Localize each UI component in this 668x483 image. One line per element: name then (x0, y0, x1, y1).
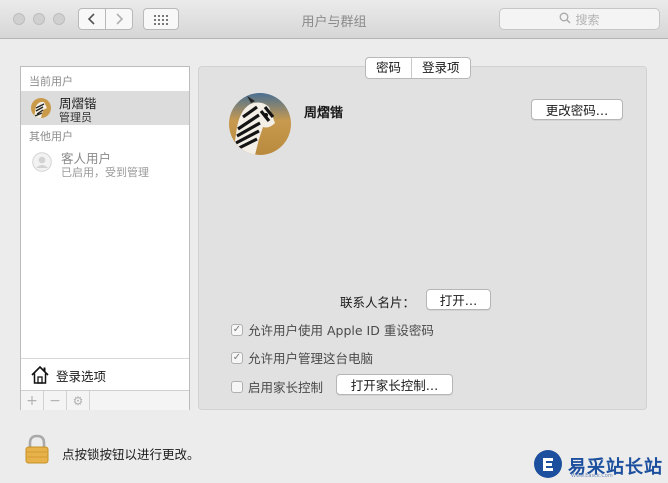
user-row-guest[interactable]: 客人用户 已启用，受到管理 (21, 146, 189, 180)
current-users-label: 当前用户 (29, 75, 73, 88)
guest-user-status: 已启用，受到管理 (61, 166, 149, 179)
lock-icon[interactable] (24, 434, 50, 468)
large-zebra-avatar[interactable] (229, 93, 291, 159)
sidebar-toolbar: + − ⚙ (21, 390, 189, 410)
allow-admin-row[interactable]: ✓ 允许用户管理这台电脑 (231, 348, 373, 367)
remove-user-button[interactable]: − (44, 391, 67, 410)
other-users-label: 其他用户 (29, 130, 73, 143)
search-field[interactable]: 搜索 (499, 8, 660, 30)
tab-bar: 密码 登录项 (365, 57, 471, 79)
current-user-role: 管理员 (59, 111, 92, 124)
user-row-current[interactable]: 周熠锴 管理员 (21, 91, 189, 125)
change-password-button[interactable]: 更改密码… (531, 99, 623, 120)
tab-login-items[interactable]: 登录项 (411, 58, 470, 78)
login-options-label: 登录选项 (56, 368, 107, 384)
open-parental-controls-button[interactable]: 打开家长控制… (336, 374, 453, 395)
contact-card-label: 联系人名片： (340, 295, 416, 310)
search-placeholder: 搜索 (575, 12, 600, 27)
gear-icon[interactable]: ⚙ (67, 391, 90, 410)
zebra-avatar-icon (31, 98, 51, 122)
house-icon (30, 365, 50, 385)
watermark-subtext: Www.Easck.Com (571, 473, 613, 479)
checkbox-apple-id-reset[interactable]: ✓ (231, 323, 243, 336)
allow-admin-label: 允许用户管理这台电脑 (248, 351, 374, 366)
tab-password[interactable]: 密码 (366, 58, 411, 78)
users-sidebar: 当前用户 周熠锴 管理员 其他用户 客人用户 已启用，受到管理 登录选项 + −… (20, 66, 190, 410)
allow-apple-id-reset-row[interactable]: ✓ 允许用户使用 Apple ID 重设密码 (231, 320, 434, 339)
open-contact-card-button[interactable]: 打开… (426, 289, 491, 310)
parental-controls-label: 启用家长控制 (248, 380, 324, 395)
guest-avatar-icon (32, 152, 52, 176)
watermark-logo-icon (533, 449, 563, 483)
parental-controls-row[interactable]: 启用家长控制 (231, 377, 323, 396)
user-full-name: 周熠锴 (304, 106, 344, 121)
allow-apple-id-reset-label: 允许用户使用 Apple ID 重设密码 (248, 323, 434, 338)
search-icon (559, 12, 571, 27)
checkbox-parental-controls[interactable] (231, 380, 243, 393)
lock-hint-text: 点按锁按钮以进行更改。 (62, 447, 200, 462)
title-bar: 用户与群组 搜索 (0, 0, 668, 39)
login-options-item[interactable]: 登录选项 (21, 358, 189, 391)
checkbox-allow-admin[interactable]: ✓ (231, 351, 243, 364)
add-user-button[interactable]: + (21, 391, 44, 410)
